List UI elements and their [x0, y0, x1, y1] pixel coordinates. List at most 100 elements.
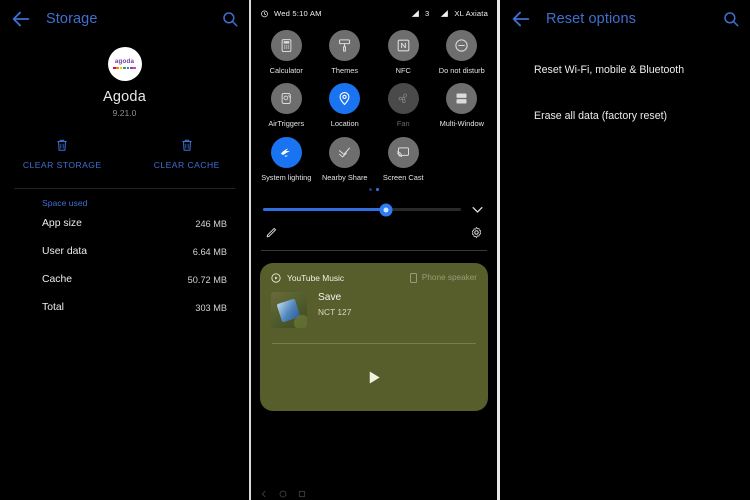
- row-value: 50.72 MB: [187, 274, 227, 285]
- output-device-name: Phone speaker: [421, 273, 477, 283]
- track-title: Save: [318, 291, 342, 303]
- tile-nfc[interactable]: NFC: [374, 30, 433, 75]
- track-artist: NCT 127: [318, 306, 352, 317]
- reset-options-screen: Reset options Reset Wi-Fi, mobile & Blue…: [500, 0, 750, 500]
- space-used-label: Space used: [42, 198, 88, 208]
- tile-system-lighting[interactable]: System lighting: [257, 136, 316, 182]
- row-key: Cache: [42, 274, 73, 285]
- clear-storage-label: CLEAR STORAGE: [22, 160, 102, 170]
- brightness-track[interactable]: [263, 203, 461, 217]
- status-bar: Wed 5:10 AM 3 XL Axiata: [251, 0, 497, 26]
- page-indicator: [251, 187, 497, 191]
- system-nav-bar: [251, 487, 497, 500]
- row-key: Total: [42, 302, 64, 313]
- media-app-name: YouTube Music: [287, 272, 345, 283]
- trash-icon: [180, 137, 194, 153]
- row-value: 246 MB: [195, 218, 227, 229]
- tile-label: Do not disturb: [438, 66, 485, 75]
- table-row: Total 303 MB: [42, 295, 227, 320]
- tile-label: System lighting: [261, 172, 312, 182]
- location-pin-icon: [329, 83, 361, 115]
- tile-calculator[interactable]: Calculator: [257, 30, 316, 75]
- storage-breakdown-list: App size 246 MB User data 6.64 MB Cache …: [0, 211, 249, 320]
- table-row: Cache 50.72 MB: [42, 267, 227, 292]
- app-name: Agoda: [103, 89, 146, 105]
- screenshot-collage: Storage agoda Agoda 9.21.0 CLEAR STORAGE: [0, 0, 750, 500]
- quick-settings-toolbar: [251, 220, 497, 246]
- page-title: Reset options: [546, 11, 636, 27]
- themes-icon: [329, 30, 361, 61]
- storage-actions: CLEAR STORAGE CLEAR CACHE: [0, 137, 249, 170]
- do-not-disturb-icon: [446, 30, 478, 61]
- app-hero: agoda Agoda 9.21.0: [0, 38, 249, 118]
- quick-settings-screen: Wed 5:10 AM 3 XL Axiata Calculator Theme…: [251, 0, 497, 500]
- signal-count: 3: [424, 8, 430, 18]
- row-key: User data: [42, 246, 88, 257]
- output-device-button[interactable]: Phone speaker: [409, 272, 477, 283]
- clear-cache-label: CLEAR CACHE: [153, 160, 220, 170]
- list-item-label: Reset Wi-Fi, mobile & Bluetooth: [534, 64, 685, 76]
- row-value: 303 MB: [195, 302, 227, 313]
- tile-label: Nearby Share: [321, 172, 368, 182]
- signal-icon: [440, 9, 449, 18]
- row-value: 6.64 MB: [192, 246, 227, 257]
- nearby-share-icon: [329, 136, 361, 168]
- app-logo-dots: [113, 66, 136, 70]
- divider: [272, 342, 476, 344]
- row-key: App size: [42, 218, 82, 229]
- album-art: [271, 291, 307, 328]
- pencil-edit-icon[interactable]: [265, 226, 278, 239]
- tile-label: AirTriggers: [268, 119, 305, 129]
- airtriggers-icon: [270, 83, 302, 115]
- trash-icon: [55, 137, 69, 153]
- tile-do-not-disturb[interactable]: Do not disturb: [433, 30, 492, 75]
- clear-storage-button[interactable]: CLEAR STORAGE: [0, 137, 125, 170]
- reset-app-bar: Reset options: [500, 0, 750, 38]
- tile-label: Location: [330, 119, 359, 129]
- back-icon[interactable]: [10, 8, 32, 30]
- list-item-label: Erase all data (factory reset): [534, 110, 668, 122]
- clear-cache-button[interactable]: CLEAR CACHE: [125, 137, 250, 170]
- reset-network-item[interactable]: Reset Wi-Fi, mobile & Bluetooth: [500, 55, 750, 85]
- reset-options-list: Reset Wi-Fi, mobile & Bluetooth Erase al…: [500, 38, 750, 131]
- screen-cast-icon: [387, 136, 419, 168]
- nfc-icon: [387, 30, 419, 61]
- alarm-icon: [260, 9, 269, 18]
- brightness-slider[interactable]: [251, 200, 497, 220]
- back-icon[interactable]: [510, 8, 532, 30]
- home-icon[interactable]: [279, 490, 287, 498]
- media-player-card[interactable]: YouTube Music Phone speaker Save NCT 127: [260, 262, 488, 411]
- divider: [261, 249, 487, 251]
- tile-multi-window[interactable]: Multi-Window: [433, 83, 492, 128]
- search-icon[interactable]: [221, 10, 239, 28]
- factory-reset-item[interactable]: Erase all data (factory reset): [500, 101, 750, 131]
- tile-fan[interactable]: Fan: [374, 83, 433, 128]
- back-icon[interactable]: [260, 490, 268, 498]
- search-icon[interactable]: [722, 10, 740, 28]
- calculator-icon: [270, 30, 302, 61]
- tile-nearby-share[interactable]: Nearby Share: [316, 136, 375, 182]
- tile-label: Themes: [331, 66, 359, 75]
- page-dot-active[interactable]: [376, 187, 380, 191]
- status-datetime: Wed 5:10 AM: [274, 8, 322, 18]
- tile-label: Screen Cast: [382, 172, 424, 182]
- page-title: Storage: [46, 11, 98, 27]
- gear-icon[interactable]: [470, 226, 483, 239]
- media-card-body: Save NCT 127: [271, 291, 477, 328]
- carrier-name: XL Axiata: [454, 8, 488, 18]
- chevron-down-icon[interactable]: [470, 202, 485, 217]
- tile-themes[interactable]: Themes: [316, 30, 375, 75]
- phone-speaker-icon: [409, 272, 417, 283]
- brightness-knob[interactable]: [379, 203, 393, 217]
- storage-app-bar: Storage: [0, 0, 249, 38]
- page-dot[interactable]: [368, 187, 372, 191]
- recents-icon[interactable]: [298, 490, 306, 498]
- tile-label: NFC: [395, 66, 411, 75]
- tile-airtriggers[interactable]: AirTriggers: [257, 83, 316, 128]
- rog-logo-icon: [270, 136, 302, 168]
- app-logo-text: agoda: [114, 57, 135, 65]
- tile-screen-cast[interactable]: Screen Cast: [374, 136, 433, 182]
- tile-location[interactable]: Location: [316, 83, 375, 128]
- signal-icon: [411, 9, 420, 18]
- play-button[interactable]: [366, 368, 383, 387]
